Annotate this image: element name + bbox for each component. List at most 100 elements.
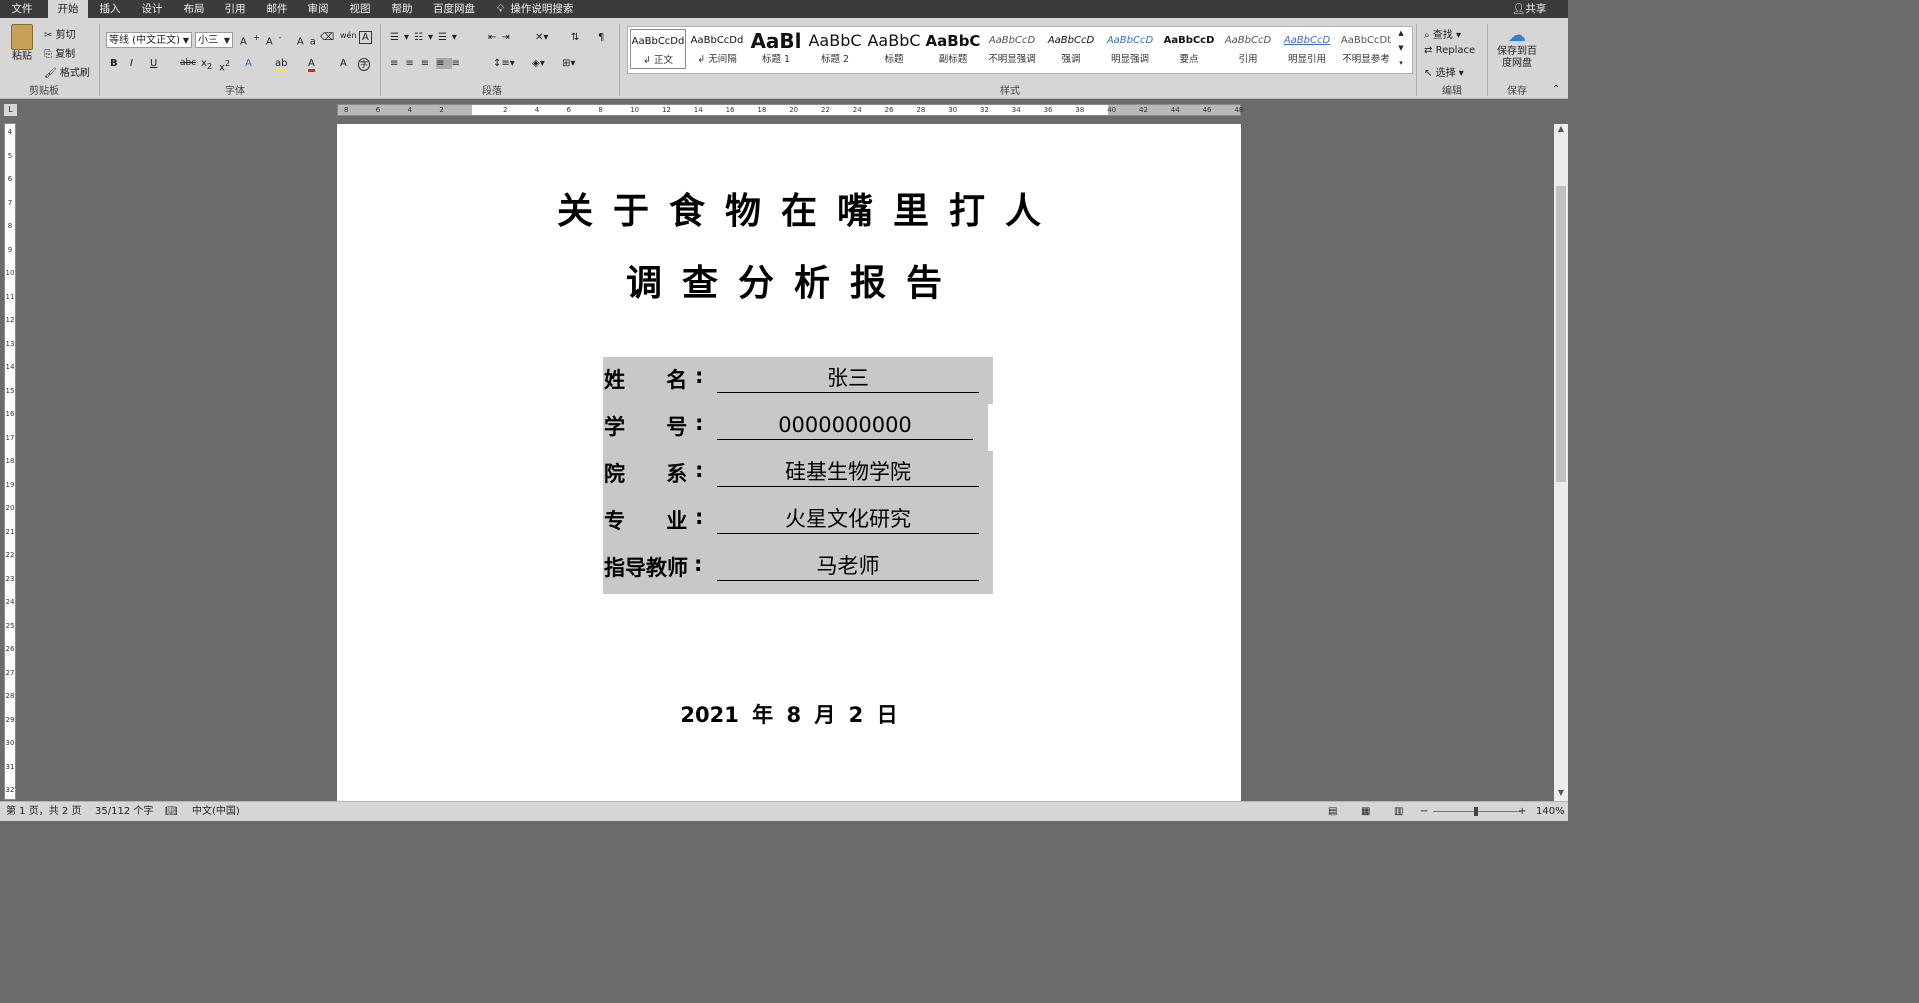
zoom-in-icon[interactable]: + — [1518, 802, 1526, 821]
style-no-spacing[interactable]: AaBbCcDd ↲ 无间隔 — [689, 29, 745, 69]
superscript-icon[interactable]: x2 — [219, 58, 230, 73]
style-subtle-emphasis[interactable]: AaBbCcD 不明显强调 — [984, 29, 1040, 69]
scroll-thumb[interactable] — [1556, 186, 1566, 482]
copy-button[interactable]: ⎘ 复制 — [44, 45, 75, 60]
person-icon: 👤︎ — [1512, 3, 1526, 15]
paste-button[interactable]: 粘贴 — [8, 24, 36, 64]
highlight-icon[interactable]: ab — [275, 58, 288, 72]
chevron-up-icon[interactable]: ▲ — [1395, 26, 1407, 41]
tab-references[interactable]: 引用 — [217, 0, 253, 18]
horizontal-ruler[interactable]: 8 6 4 2 2 4 6 8 10 12 14 16 18 20 22 24 26 28 30 32 34 36 38 40… — [337, 104, 1243, 116]
style-normal[interactable]: AaBbCcDd ↲ 正文 — [630, 29, 686, 69]
collapse-ribbon-icon[interactable]: ⌃ — [1552, 84, 1560, 95]
vertical-ruler[interactable]: 4 5 6 7 8 9 10 11 12 13 14 15 16 17 18 19 20 21 22 23 24 25 26… — [4, 123, 16, 800]
strikethrough-icon[interactable]: abc — [180, 58, 196, 68]
tab-home[interactable]: 开始 — [48, 0, 88, 18]
language-indicator[interactable]: 中文(中国) — [192, 802, 240, 821]
tab-view[interactable]: 视图 — [342, 0, 378, 18]
clear-format-icon[interactable]: ⌫ — [320, 32, 334, 43]
tab-help[interactable]: 帮助 — [384, 0, 420, 18]
indent-buttons[interactable]: ⇤⇥ — [488, 32, 515, 43]
text-effects-icon[interactable]: A — [245, 58, 252, 69]
asian-layout-icon[interactable]: ✕▾ — [535, 32, 548, 43]
page-count[interactable]: 第 1 页，共 2 页 — [6, 802, 81, 821]
ruler-tick: 22 — [5, 551, 15, 559]
zoom-slider-thumb[interactable] — [1474, 807, 1478, 816]
read-mode-icon[interactable]: ▤ — [1328, 802, 1337, 821]
font-color-icon[interactable]: A — [308, 58, 315, 72]
format-painter-button[interactable]: 🖌︎ 格式刷 — [44, 64, 90, 79]
cloud-icon: ☁︎ — [1508, 25, 1526, 46]
sort-icon[interactable]: ⇅ — [571, 32, 579, 43]
web-layout-icon[interactable]: ▥ — [1394, 802, 1403, 821]
list-buttons[interactable]: ☰▾☷▾☰▾ — [390, 32, 462, 43]
tab-insert[interactable]: 插入 — [92, 0, 128, 18]
italic-icon[interactable]: I — [130, 58, 133, 69]
style-intense-quote[interactable]: AaBbCcD 明显引用 — [1279, 29, 1335, 69]
style-title[interactable]: AaBbC 标题 — [866, 29, 922, 69]
zoom-out-icon[interactable]: − — [1420, 802, 1428, 821]
scroll-up-icon[interactable]: ▲ — [1554, 124, 1568, 136]
style-name: 要点 — [1179, 54, 1199, 65]
proofing-icon[interactable]: 📖︎ — [165, 802, 178, 821]
style-preview: AaBbCcD — [1283, 35, 1331, 46]
tell-me-search[interactable]: 💡︎ 操作说明搜索 — [497, 0, 573, 18]
style-subtle-reference[interactable]: AaBbCcDt 不明显参考 — [1338, 29, 1394, 69]
tab-baidu-netdisk[interactable]: 百度网盘 — [428, 0, 480, 18]
char-shading-icon[interactable]: A — [340, 58, 347, 69]
shading-icon[interactable]: ◈▾ — [532, 58, 545, 69]
document-page[interactable]: 关于食物在嘴里打人 调查分析报告 姓 名 : 张三 学 号 : 00000000… — [337, 124, 1241, 802]
cut-button[interactable]: ✂︎ 剪切 — [44, 26, 76, 41]
tab-mailings[interactable]: 邮件 — [259, 0, 295, 18]
print-layout-icon[interactable]: ▦ — [1361, 802, 1370, 821]
vertical-scrollbar[interactable]: ▲ ▼ — [1554, 124, 1568, 801]
tab-design[interactable]: 设计 — [134, 0, 170, 18]
align-buttons[interactable]: ≡≡≡≡≡ — [390, 58, 467, 69]
phonetic-guide-icon[interactable]: wén — [340, 31, 357, 40]
style-quote[interactable]: AaBbCcD 引用 — [1220, 29, 1276, 69]
more-icon[interactable]: ▾ — [1395, 56, 1407, 71]
word-count[interactable]: 35/112 个字 — [95, 802, 153, 821]
replace-button[interactable]: ⇄ Replace — [1424, 45, 1475, 56]
paragraph-group-label: 段落 — [482, 86, 502, 97]
font-size-buttons[interactable]: A+A- Aa — [240, 32, 322, 47]
ruler-tick: 28 — [916, 106, 926, 114]
font-size-combo[interactable]: 小三 ▼ — [195, 32, 233, 48]
info-value[interactable]: 0000000000 — [717, 411, 973, 440]
underline-icon[interactable]: U — [150, 58, 157, 69]
bold-icon[interactable]: B — [110, 58, 118, 69]
tab-layout[interactable]: 布局 — [176, 0, 212, 18]
style-heading-1[interactable]: AaBl 标题 1 — [748, 29, 804, 69]
style-heading-2[interactable]: AaBbC 标题 2 — [807, 29, 863, 69]
save-to-baidu-button[interactable]: ☁︎ 保存到百度网盘 — [1492, 26, 1542, 70]
info-value[interactable]: 火星文化研究 — [717, 505, 979, 534]
char-border-icon[interactable]: A — [359, 31, 372, 44]
subscript-icon[interactable]: x2 — [201, 58, 212, 71]
chevron-down-icon[interactable]: ▼ — [1395, 41, 1407, 56]
style-strong[interactable]: AaBbCcD 要点 — [1161, 29, 1217, 69]
find-button[interactable]: ⌕ 查找 ▾ — [1424, 26, 1461, 41]
line-spacing-icon[interactable]: ↕≡▾ — [493, 58, 515, 69]
show-marks-icon[interactable]: ¶ — [598, 32, 604, 43]
style-emphasis[interactable]: AaBbCcD 强调 — [1043, 29, 1099, 69]
info-value[interactable]: 张三 — [717, 364, 979, 393]
style-intense-emphasis[interactable]: AaBbCcD 明显强调 — [1102, 29, 1158, 69]
info-value[interactable]: 马老师 — [717, 552, 979, 581]
tab-selector[interactable]: L — [4, 104, 17, 116]
enclose-char-icon[interactable]: 字 — [358, 58, 370, 71]
style-subtitle[interactable]: AaBbC 副标题 — [925, 29, 981, 69]
select-button[interactable]: ↖ 选择 ▾ — [1424, 64, 1464, 79]
borders-icon[interactable]: ⊞▾ — [562, 58, 575, 69]
info-value[interactable]: 硅基生物学院 — [717, 458, 979, 487]
ruler-tick: 32 — [980, 106, 989, 114]
tab-file[interactable]: 文件 — [4, 0, 40, 18]
zoom-level[interactable]: 140% — [1536, 802, 1565, 821]
share-button[interactable]: 👤︎共享 — [1512, 0, 1546, 18]
tab-review[interactable]: 审阅 — [300, 0, 336, 18]
scroll-down-icon[interactable]: ▼ — [1554, 788, 1568, 800]
ruler-tick: 46 — [1202, 106, 1212, 114]
font-name-combo[interactable]: 等线 (中文正文) ▼ — [106, 32, 192, 48]
ruler-tick: 15 — [5, 386, 15, 395]
info-row-name: 姓 名 : 张三 — [603, 357, 993, 404]
styles-scroll[interactable]: ▲ ▼ ▾ — [1395, 26, 1407, 72]
